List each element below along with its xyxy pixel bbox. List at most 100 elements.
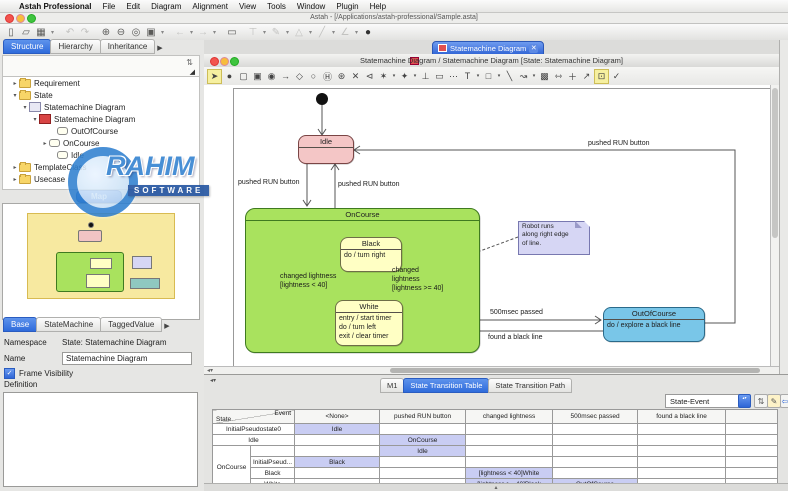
- tab-statemachine-diagram[interactable]: Statemachine Diagram ✕: [432, 41, 544, 55]
- save-menu-caret-icon[interactable]: ▾: [49, 26, 56, 39]
- map-button[interactable]: Map: [76, 190, 122, 203]
- line-caret-icon[interactable]: ▾: [330, 26, 337, 39]
- cell[interactable]: [295, 446, 380, 457]
- shape-caret-icon[interactable]: ▾: [307, 26, 314, 39]
- add-tool-icon[interactable]: ＋: [566, 70, 579, 83]
- merge-tool-icon[interactable]: ⊲: [363, 70, 376, 83]
- sort-icon[interactable]: ⇅: [186, 58, 193, 67]
- menu-plugin[interactable]: Plugin: [336, 2, 358, 11]
- cell[interactable]: [553, 468, 638, 479]
- cell[interactable]: [466, 424, 553, 435]
- definition-textarea[interactable]: [3, 392, 198, 487]
- angle-caret-icon[interactable]: ▾: [353, 26, 360, 39]
- cell[interactable]: [638, 468, 726, 479]
- freehand-tool-icon[interactable]: ↝: [517, 70, 530, 83]
- undo-icon[interactable]: ↶: [63, 26, 77, 39]
- row-header[interactable]: Idle: [213, 435, 295, 446]
- close-tab-icon[interactable]: ✕: [529, 44, 538, 53]
- shape-icon[interactable]: △: [292, 26, 306, 39]
- tree-item-state[interactable]: ▾ State: [3, 89, 199, 101]
- cell[interactable]: Idle: [295, 424, 380, 435]
- cell[interactable]: [295, 435, 380, 446]
- color-icon[interactable]: ●: [361, 26, 375, 39]
- cell[interactable]: [553, 435, 638, 446]
- cell[interactable]: [638, 424, 726, 435]
- entry-point-tool-icon[interactable]: ✶: [377, 70, 390, 83]
- tab-hierarchy[interactable]: Hierarchy: [50, 39, 100, 54]
- frame-tool-icon[interactable]: ▭: [433, 70, 446, 83]
- select-tool-icon[interactable]: ➤: [207, 69, 222, 84]
- tree-item-outofcourse[interactable]: OutOfCourse: [3, 125, 199, 137]
- format-caret-icon[interactable]: ▾: [284, 26, 291, 39]
- forward-icon[interactable]: →: [196, 26, 210, 39]
- forward-caret-icon[interactable]: ▾: [211, 26, 218, 39]
- scrollbar-thumb[interactable]: [390, 368, 760, 373]
- expander-icon[interactable]: ▾: [11, 92, 19, 99]
- submachine-state-tool-icon[interactable]: ▣: [251, 70, 264, 83]
- align-caret-icon[interactable]: ▾: [261, 26, 268, 39]
- expander-icon[interactable]: ▾: [31, 116, 39, 123]
- tab-base[interactable]: Base: [3, 317, 37, 332]
- tab-m1[interactable]: M1: [380, 378, 404, 393]
- align-icon[interactable]: ⊤: [246, 26, 260, 39]
- transition-tool-icon[interactable]: →: [279, 70, 292, 83]
- map-viewport[interactable]: [27, 213, 175, 299]
- rect-tool-icon[interactable]: □: [482, 70, 495, 83]
- scrollbar-corner-icon[interactable]: ◂▾: [207, 367, 213, 374]
- menu-diagram[interactable]: Diagram: [151, 2, 181, 11]
- swap-axes-icon[interactable]: ⇅: [754, 394, 768, 408]
- zoom-out-icon[interactable]: ⊖: [114, 26, 128, 39]
- export-icon[interactable]: ⇦: [780, 394, 788, 408]
- caret-icon[interactable]: ▾: [496, 70, 502, 83]
- expander-icon[interactable]: ▸: [11, 176, 19, 183]
- choice-tool-icon[interactable]: ◇: [293, 70, 306, 83]
- cell[interactable]: [553, 424, 638, 435]
- tree-item-oncourse[interactable]: ▸ OnCourse: [3, 137, 199, 149]
- frame-visibility-checkbox[interactable]: ✓: [4, 368, 15, 379]
- caret-icon[interactable]: ▾: [412, 70, 418, 83]
- diagram-canvas[interactable]: Idle OnCourse Black do / turn right Whit…: [204, 85, 770, 366]
- edit-table-icon[interactable]: ✎: [767, 394, 781, 408]
- cell[interactable]: [553, 457, 638, 468]
- dropdown-spinner-icon[interactable]: ▴▾: [738, 394, 751, 408]
- line-style-icon[interactable]: ╱: [315, 26, 329, 39]
- cell[interactable]: [638, 457, 726, 468]
- state-outofcourse[interactable]: OutOfCourse do / explore a black line: [603, 307, 705, 342]
- tree-item-templateclass[interactable]: ▸ TemplateClass: [3, 161, 199, 173]
- tab-statemachine[interactable]: StateMachine: [36, 317, 101, 332]
- cell[interactable]: [295, 468, 380, 479]
- tab-overflow-icon[interactable]: ▶: [154, 42, 165, 54]
- redo-icon[interactable]: ↷: [78, 26, 92, 39]
- menu-tools[interactable]: Tools: [267, 2, 286, 11]
- tab-taggedvalue[interactable]: TaggedValue: [100, 317, 162, 332]
- fit-view-icon[interactable]: ▣: [144, 26, 158, 39]
- cell[interactable]: [380, 457, 466, 468]
- new-file-icon[interactable]: ▯: [4, 26, 18, 39]
- cell[interactable]: [466, 446, 553, 457]
- angle-icon[interactable]: ∠: [338, 26, 352, 39]
- tab-overflow-icon[interactable]: ▶: [161, 320, 172, 332]
- tree-item-requirement[interactable]: ▸ Requirement: [3, 77, 199, 89]
- save-icon[interactable]: ▦: [34, 26, 48, 39]
- initial-state-tool-icon[interactable]: ●: [223, 70, 236, 83]
- cell[interactable]: Black: [295, 457, 380, 468]
- expander-icon[interactable]: ▸: [11, 80, 19, 87]
- scrollbar-thumb[interactable]: [772, 88, 778, 238]
- expander-icon[interactable]: ▸: [41, 140, 49, 147]
- menu-edit[interactable]: Edit: [126, 2, 140, 11]
- cell[interactable]: [380, 424, 466, 435]
- menu-alignment[interactable]: Alignment: [192, 2, 228, 11]
- text-tool-icon[interactable]: T: [461, 70, 474, 83]
- transition-label[interactable]: 500msec passed: [490, 309, 543, 318]
- exit-point-tool-icon[interactable]: ✦: [398, 70, 411, 83]
- tree-item-usecase[interactable]: ▸ Usecase: [3, 173, 199, 185]
- cell[interactable]: [553, 446, 638, 457]
- menu-view[interactable]: View: [239, 2, 256, 11]
- expander-icon[interactable]: ▸: [11, 164, 19, 171]
- transition-label[interactable]: found a black line: [488, 334, 542, 343]
- row-header[interactable]: InitialPseudostate0: [213, 424, 295, 435]
- panel-resize-strip[interactable]: ▴: [204, 483, 788, 491]
- expander-icon[interactable]: ▾: [21, 104, 29, 111]
- state-idle[interactable]: Idle: [298, 135, 354, 164]
- view-mode-dropdown[interactable]: State-Event: [665, 394, 743, 408]
